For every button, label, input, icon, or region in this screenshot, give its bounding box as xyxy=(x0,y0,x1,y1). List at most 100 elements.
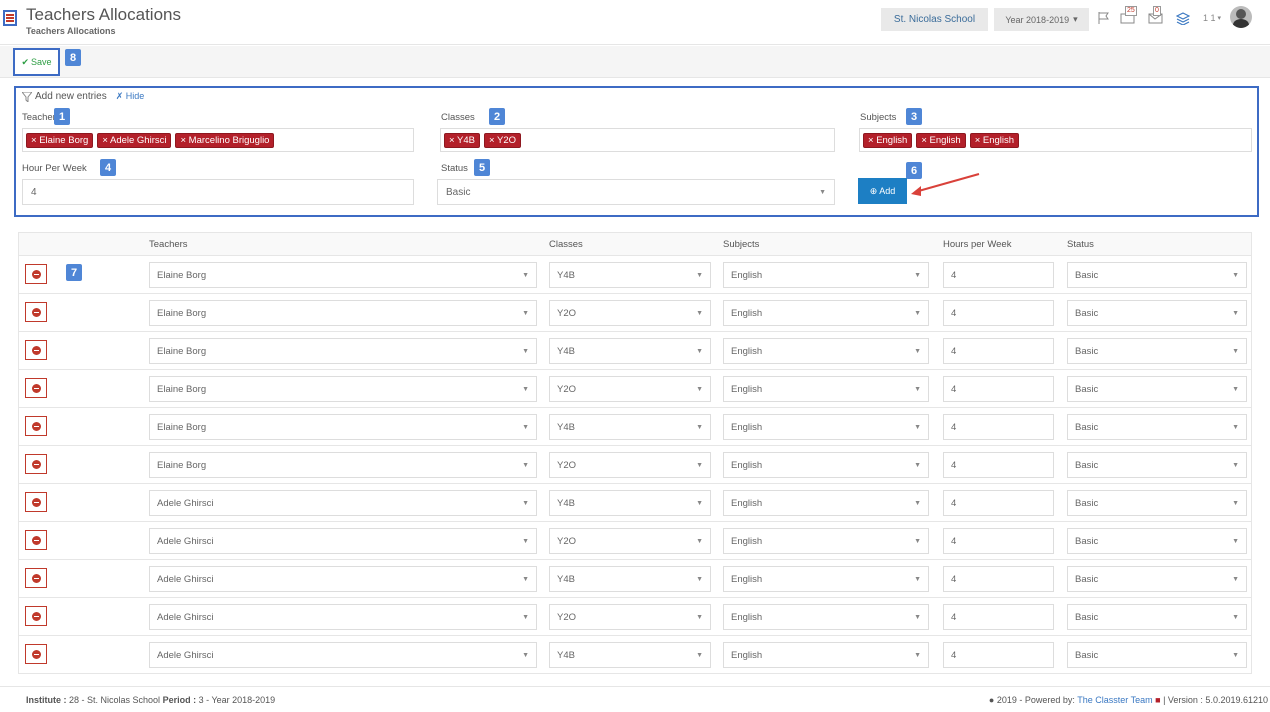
status-cell-select[interactable]: Basic ▼ xyxy=(1067,490,1247,516)
teacher-cell-select[interactable]: Adele Ghirsci ▼ xyxy=(149,566,537,592)
status-cell-select[interactable]: Basic ▼ xyxy=(1067,376,1247,402)
hours-cell-select[interactable]: 4 xyxy=(943,642,1054,668)
remove-row-button[interactable] xyxy=(25,454,47,474)
minus-circle-icon xyxy=(31,421,41,431)
teacher-cell-select[interactable]: Elaine Borg ▼ xyxy=(149,300,537,326)
remove-row-button[interactable] xyxy=(25,530,47,550)
class-cell-select[interactable]: Y2O ▼ xyxy=(549,300,711,326)
status-cell-select[interactable]: Basic ▼ xyxy=(1067,414,1247,440)
hours-input[interactable]: 4 xyxy=(22,179,414,205)
subject-cell-select[interactable]: English ▼ xyxy=(723,338,929,364)
table-row: Elaine Borg ▼ Y2O ▼ English ▼ 4 Basic ▼ xyxy=(18,294,1252,332)
status-cell-value: Basic xyxy=(1075,421,1099,433)
subject-cell-select[interactable]: English ▼ xyxy=(723,566,929,592)
subject-cell-select[interactable]: English ▼ xyxy=(723,262,929,288)
remove-row-button[interactable] xyxy=(25,302,47,322)
hours-cell-select[interactable]: 4 xyxy=(943,300,1054,326)
status-cell-select[interactable]: Basic ▼ xyxy=(1067,452,1247,478)
add-button[interactable]: ⊕ Add xyxy=(858,178,907,204)
teacher-tag[interactable]: × Adele Ghirsci xyxy=(97,132,172,148)
teacher-cell-select[interactable]: Adele Ghirsci ▼ xyxy=(149,490,537,516)
layers-icon[interactable] xyxy=(1176,9,1190,27)
remove-row-button[interactable] xyxy=(25,606,47,626)
status-cell-select[interactable]: Basic ▼ xyxy=(1067,262,1247,288)
chevron-down-icon: ▼ xyxy=(914,537,921,545)
remove-row-button[interactable] xyxy=(25,644,47,664)
subject-cell-select[interactable]: English ▼ xyxy=(723,604,929,630)
chevron-down-icon: ▼ xyxy=(522,651,529,659)
avatar[interactable] xyxy=(1230,6,1252,28)
subject-cell-select[interactable]: English ▼ xyxy=(723,376,929,402)
teacher-cell-select[interactable]: Elaine Borg ▼ xyxy=(149,262,537,288)
status-cell-select[interactable]: Basic ▼ xyxy=(1067,566,1247,592)
remove-row-button[interactable] xyxy=(25,340,47,360)
subject-cell-select[interactable]: English ▼ xyxy=(723,300,929,326)
teacher-tag[interactable]: × Marcelino Briguglio xyxy=(175,132,275,148)
class-cell-select[interactable]: Y2O ▼ xyxy=(549,604,711,630)
hours-cell-select[interactable]: 4 xyxy=(943,414,1054,440)
minus-circle-icon xyxy=(31,383,41,393)
hours-cell-select[interactable]: 4 xyxy=(943,490,1054,516)
flag-icon[interactable] xyxy=(1097,9,1111,27)
year-selector[interactable]: Year 2018-2019 ▾ xyxy=(994,8,1089,31)
alerts-icon[interactable]: 0 xyxy=(1148,6,1164,27)
teacher-cell-select[interactable]: Elaine Borg ▼ xyxy=(149,452,537,478)
status-cell-select[interactable]: Basic ▼ xyxy=(1067,604,1247,630)
class-cell-select[interactable]: Y4B ▼ xyxy=(549,566,711,592)
class-cell-select[interactable]: Y2O ▼ xyxy=(549,452,711,478)
hours-cell-select[interactable]: 4 xyxy=(943,528,1054,554)
save-button[interactable]: ✔ Save xyxy=(13,48,60,76)
teacher-cell-select[interactable]: Adele Ghirsci ▼ xyxy=(149,528,537,554)
teacher-cell-select[interactable]: Elaine Borg ▼ xyxy=(149,376,537,402)
callout-8: 8 xyxy=(65,49,81,66)
teacher-cell-select[interactable]: Elaine Borg ▼ xyxy=(149,414,537,440)
teacher-cell-select[interactable]: Adele Ghirsci ▼ xyxy=(149,642,537,668)
remove-row-button[interactable] xyxy=(25,492,47,512)
class-tag[interactable]: × Y4B xyxy=(444,132,480,148)
status-cell-select[interactable]: Basic ▼ xyxy=(1067,528,1247,554)
user-menu[interactable]: 1 1 ▾ xyxy=(1203,9,1221,27)
subject-tag[interactable]: × English xyxy=(916,132,966,148)
remove-row-button[interactable] xyxy=(25,416,47,436)
class-cell-select[interactable]: Y2O ▼ xyxy=(549,528,711,554)
hours-cell-select[interactable]: 4 xyxy=(943,376,1054,402)
school-selector[interactable]: St. Nicolas School xyxy=(881,8,988,31)
remove-row-button[interactable] xyxy=(25,378,47,398)
messages-icon[interactable]: 25 xyxy=(1120,6,1137,27)
class-cell-select[interactable]: Y4B ▼ xyxy=(549,642,711,668)
class-cell-value: Y2O xyxy=(557,611,577,623)
teachers-tag-input[interactable]: × Elaine Borg × Adele Ghirsci × Marcelin… xyxy=(22,128,414,152)
subject-cell-select[interactable]: English ▼ xyxy=(723,528,929,554)
remove-row-button[interactable] xyxy=(25,264,47,284)
hide-link[interactable]: ✗ Hide xyxy=(116,91,145,102)
class-cell-select[interactable]: Y2O ▼ xyxy=(549,376,711,402)
class-cell-select[interactable]: Y4B ▼ xyxy=(549,414,711,440)
status-cell-select[interactable]: Basic ▼ xyxy=(1067,300,1247,326)
hours-cell-select[interactable]: 4 xyxy=(943,452,1054,478)
class-tag[interactable]: × Y2O xyxy=(483,132,522,148)
subject-cell-select[interactable]: English ▼ xyxy=(723,490,929,516)
subject-tag[interactable]: × English xyxy=(969,132,1020,148)
hours-cell-select[interactable]: 4 xyxy=(943,604,1054,630)
subjects-tag-input[interactable]: × English × English × English xyxy=(859,128,1252,152)
team-link[interactable]: The Classter Team xyxy=(1077,695,1152,705)
teacher-cell-select[interactable]: Elaine Borg ▼ xyxy=(149,338,537,364)
class-cell-select[interactable]: Y4B ▼ xyxy=(549,338,711,364)
classes-tag-input[interactable]: × Y4B × Y2O xyxy=(440,128,835,152)
hamburger-menu-icon[interactable] xyxy=(3,10,17,26)
status-select[interactable]: Basic ▼ xyxy=(437,179,835,205)
hours-cell-select[interactable]: 4 xyxy=(943,566,1054,592)
teacher-tag[interactable]: × Elaine Borg xyxy=(26,132,94,148)
hours-cell-select[interactable]: 4 xyxy=(943,338,1054,364)
subject-cell-select[interactable]: English ▼ xyxy=(723,452,929,478)
teacher-cell-select[interactable]: Adele Ghirsci ▼ xyxy=(149,604,537,630)
status-cell-select[interactable]: Basic ▼ xyxy=(1067,642,1247,668)
class-cell-select[interactable]: Y4B ▼ xyxy=(549,262,711,288)
hours-cell-select[interactable]: 4 xyxy=(943,262,1054,288)
remove-row-button[interactable] xyxy=(25,568,47,588)
status-cell-select[interactable]: Basic ▼ xyxy=(1067,338,1247,364)
subject-tag[interactable]: × English xyxy=(863,132,913,148)
subject-cell-select[interactable]: English ▼ xyxy=(723,642,929,668)
subject-cell-select[interactable]: English ▼ xyxy=(723,414,929,440)
class-cell-select[interactable]: Y4B ▼ xyxy=(549,490,711,516)
